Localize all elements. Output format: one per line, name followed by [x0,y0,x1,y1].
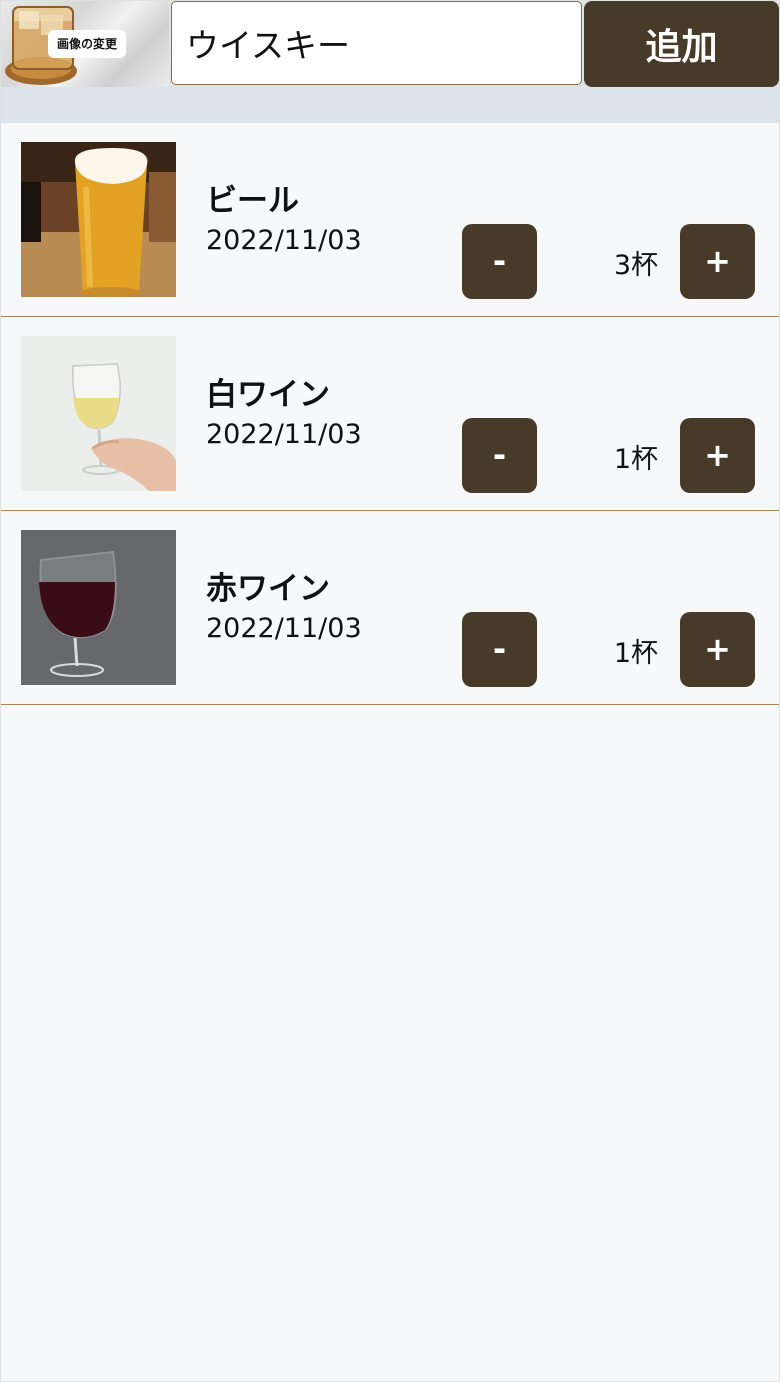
app-frame: 画像の変更 追加 ビール 2022/1 [0,0,780,1382]
drink-date: 2022/11/03 [206,419,362,450]
increment-button[interactable]: + [680,612,755,687]
decrement-button[interactable]: - [462,612,537,687]
drink-date: 2022/11/03 [206,613,362,644]
increment-button[interactable]: + [680,224,755,299]
decrement-button[interactable]: - [462,224,537,299]
list-item: 白ワイン 2022/11/03 - 1杯 + [1,317,779,511]
header-subbar [1,87,779,123]
drink-name: 白ワイン [206,377,330,413]
change-image-label: 画像の変更 [48,30,126,58]
list-item: 赤ワイン 2022/11/03 - 1杯 + [1,511,779,705]
drink-date: 2022/11/03 [206,225,362,256]
red-wine-glass-image [21,530,176,685]
drink-name: 赤ワイン [206,571,330,607]
change-image-button[interactable]: 画像の変更 [1,1,169,87]
drink-count: 1杯 [613,638,658,669]
drink-name-input[interactable] [171,1,582,85]
beer-glass-image [21,142,176,297]
drink-count: 3杯 [613,250,658,281]
list-item: ビール 2022/11/03 - 3杯 + [1,123,779,317]
decrement-button[interactable]: - [462,418,537,493]
white-wine-glass-image [21,336,176,491]
increment-button[interactable]: + [680,418,755,493]
add-button[interactable]: 追加 [584,1,779,87]
drink-list: ビール 2022/11/03 - 3杯 + 白ワイン 2022/11/03 - … [1,123,779,705]
drink-count: 1杯 [613,444,658,475]
drink-name: ビール [206,183,299,219]
header: 画像の変更 追加 [1,1,779,87]
